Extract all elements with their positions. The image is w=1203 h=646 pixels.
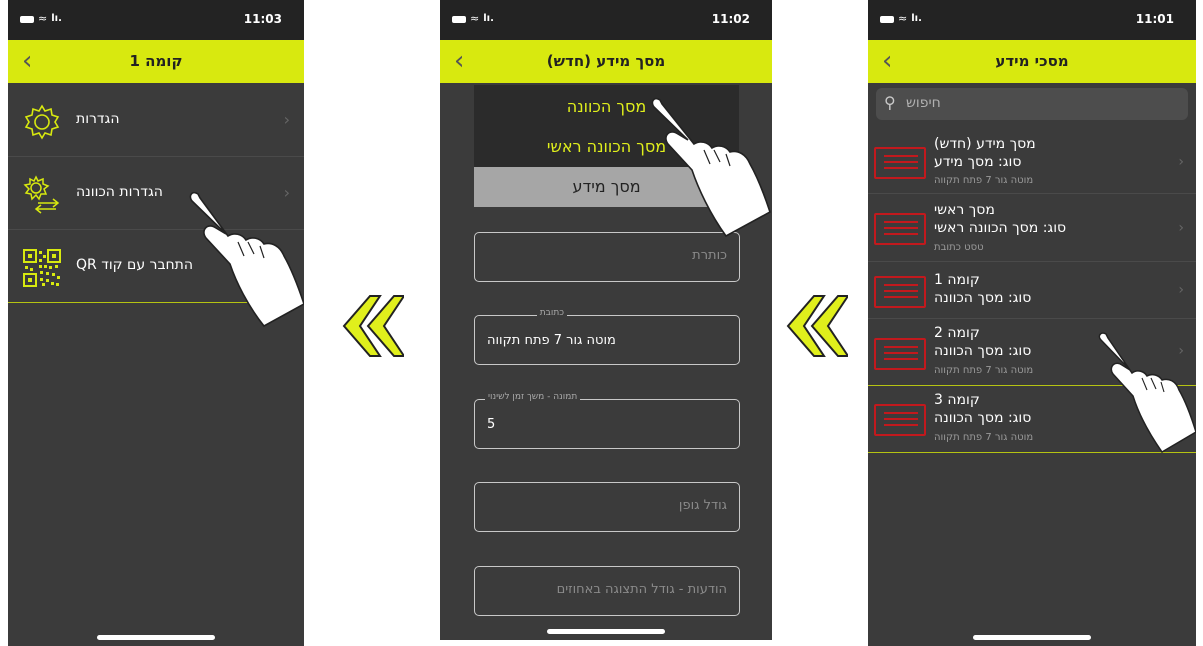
- chevron-right-icon: ›: [283, 110, 290, 129]
- menu-item-label: הגדרות הכוונה: [76, 184, 163, 200]
- status-time: 11:02: [711, 12, 750, 26]
- battery-icon: [452, 15, 466, 23]
- search-input[interactable]: ⚲ חיפוש: [876, 88, 1188, 120]
- wifi-icon: ≈: [38, 12, 48, 25]
- pointing-hand-icon: [1098, 332, 1196, 453]
- page-title: מסך מידע (חדש): [546, 52, 666, 70]
- gear-arrows-icon: [23, 175, 60, 214]
- battery-icon: [880, 15, 894, 23]
- header-bar: ‹ מסך מידע (חדש): [440, 40, 772, 83]
- phone-screen-floor-settings: ≈ lı. 11:03 ‹ קומה 1 הגדרות › הגדרות הכו…: [8, 0, 304, 646]
- list-item-type: סוג: מסך הכוונה: [934, 410, 1032, 426]
- signal-icon: lı.: [911, 13, 922, 24]
- search-icon: ⚲: [884, 93, 896, 112]
- phone-screen-new-info-screen: ≈ lı. 11:02 ‹ מסך מידע (חדש) כותרת כתובת…: [440, 0, 772, 640]
- messages-display-size-field[interactable]: הודעות - גודל התצוגה באחוזים: [474, 566, 740, 616]
- header-bar: ‹ קומה 1: [8, 40, 304, 83]
- font-size-field[interactable]: גודל גופן: [474, 482, 740, 532]
- page-title: מסכי מידע: [995, 52, 1069, 70]
- search-placeholder: חיפוש: [906, 95, 941, 111]
- list-item[interactable]: קומה 1 סוג: מסך הכוונה ›: [868, 262, 1196, 319]
- screen-icon: [874, 404, 926, 436]
- home-indicator: [973, 635, 1091, 640]
- signal-icon: lı.: [51, 13, 62, 24]
- chevron-right-icon: ›: [1178, 282, 1184, 298]
- status-time: 11:01: [1135, 12, 1174, 26]
- menu-item-label: הגדרות: [76, 111, 120, 127]
- list-item-type: סוג: מסך הכוונה: [934, 290, 1032, 306]
- chevron-right-icon: ›: [1178, 220, 1184, 236]
- list-item-type: סוג: מסך הכוונה: [934, 343, 1032, 359]
- list-item-title: מסך מידע (חדש): [934, 136, 1036, 152]
- home-indicator: [97, 635, 215, 640]
- list-item-title: קומה 3: [934, 392, 980, 408]
- list-item-address: מוטה גור 7 פתח תקווה: [934, 432, 1034, 443]
- screen-icon: [874, 147, 926, 179]
- page-title: קומה 1: [129, 52, 183, 70]
- status-time: 11:03: [243, 12, 282, 26]
- list-item[interactable]: מסך ראשי סוג: מסך הכוונה ראשי טסט כתובת …: [868, 194, 1196, 262]
- list-item-address: טסט כתובת: [934, 242, 984, 253]
- field-label: כתובת: [536, 308, 567, 318]
- list-item-title: קומה 1: [934, 272, 980, 288]
- image-interval-field[interactable]: תמונה - משך זמן לשינוי 5: [474, 392, 740, 449]
- status-bar: ≈ lı. 11:03: [8, 0, 304, 40]
- field-placeholder: הודעות - גודל התצוגה באחוזים: [556, 582, 727, 597]
- header-bar: ‹ מסכי מידע: [868, 40, 1196, 83]
- screen-icon: [874, 276, 926, 308]
- field-value: מוטה גור 7 פתח תקווה: [487, 333, 616, 348]
- list-item-address: מוטה גור 7 פתח תקווה: [934, 175, 1034, 186]
- home-indicator: [547, 629, 665, 634]
- wifi-icon: ≈: [470, 12, 480, 25]
- list-item-title: מסך ראשי: [934, 202, 995, 218]
- list-item-address: מוטה גור 7 פתח תקווה: [934, 365, 1034, 376]
- signal-icon: lı.: [483, 13, 494, 24]
- phone-screen-info-screens-list: ≈ lı. 11:01 ‹ מסכי מידע ⚲ חיפוש מסך מידע…: [868, 0, 1196, 646]
- list-item-title: קומה 2: [934, 325, 980, 341]
- qr-code-icon: [23, 249, 61, 287]
- field-label: תמונה - משך זמן לשינוי: [485, 392, 581, 402]
- list-item-type: סוג: מסך מידע: [934, 154, 1022, 170]
- double-chevron-left-icon: [786, 295, 848, 357]
- status-bar: ≈ lı. 11:01: [868, 0, 1196, 40]
- chevron-right-icon: ›: [1178, 154, 1184, 170]
- screen-icon: [874, 338, 926, 370]
- field-placeholder: גודל גופן: [678, 498, 727, 513]
- pointing-hand-icon: [651, 97, 771, 238]
- list-item-type: סוג: מסך הכוונה ראשי: [934, 220, 1067, 236]
- address-field[interactable]: כתובת מוטה גור 7 פתח תקווה: [474, 308, 740, 365]
- battery-icon: [20, 15, 34, 23]
- pointing-hand-icon: [189, 191, 304, 328]
- menu-item-settings[interactable]: הגדרות ›: [8, 84, 304, 157]
- gear-icon: [24, 104, 60, 140]
- screen-icon: [874, 213, 926, 245]
- list-item[interactable]: מסך מידע (חדש) סוג: מסך מידע מוטה גור 7 …: [868, 130, 1196, 194]
- status-bar: ≈ lı. 11:02: [440, 0, 772, 40]
- field-placeholder: כותרת: [692, 248, 727, 263]
- double-chevron-left-icon: [342, 295, 404, 357]
- menu-item-label: התחבר עם קוד QR: [76, 257, 194, 273]
- field-value: 5: [487, 417, 496, 432]
- wifi-icon: ≈: [898, 12, 908, 25]
